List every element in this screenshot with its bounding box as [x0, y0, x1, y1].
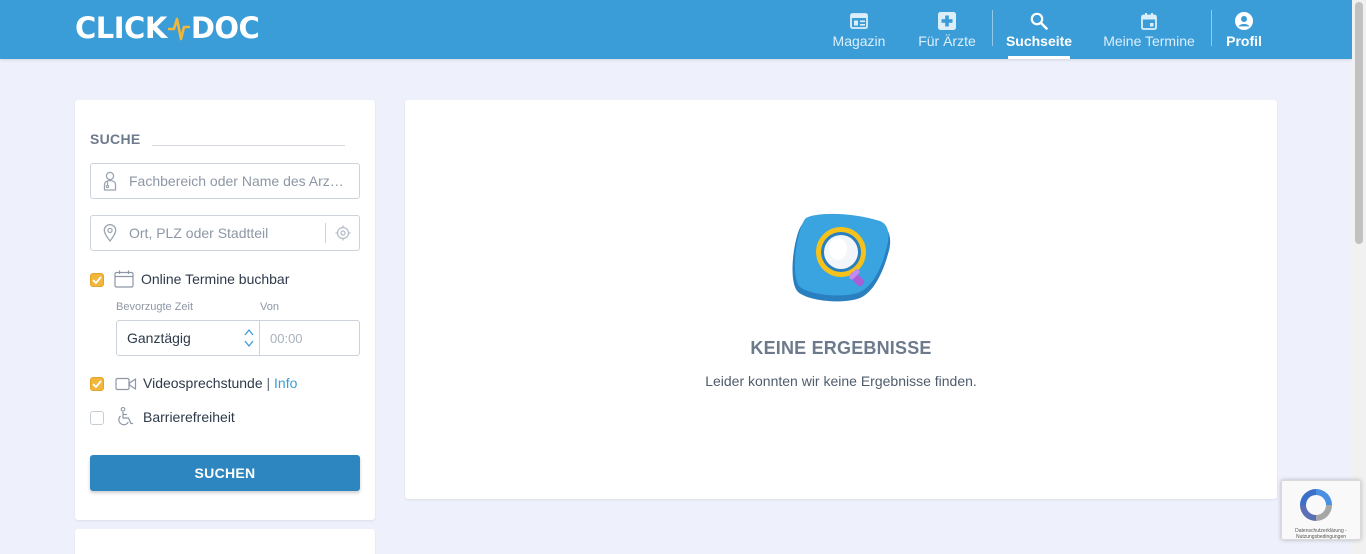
- recaptcha-terms[interactable]: Nutzungsbedingungen: [1284, 534, 1358, 540]
- nav-profil[interactable]: Profil: [1224, 0, 1264, 59]
- from-time-input[interactable]: 00:00: [259, 320, 360, 356]
- select-arrows-icon: [243, 326, 255, 353]
- crosshair-icon: [335, 225, 350, 241]
- accessibility-label: Barrierefreiheit: [143, 409, 235, 425]
- video-info-link[interactable]: Info: [274, 375, 297, 391]
- user-circle-icon: [1235, 11, 1253, 31]
- nav-label: Suchseite: [1005, 33, 1073, 49]
- preferred-time-select[interactable]: Ganztägig: [116, 320, 260, 356]
- nav-divider: [1211, 10, 1212, 46]
- video-camera-icon: [115, 377, 137, 391]
- search-icon: [1030, 11, 1048, 31]
- calendar-outline-icon: [114, 270, 134, 288]
- search-panel: SUCHE Online Termine buchbar Bevorzugte …: [75, 100, 375, 520]
- nav-magazin[interactable]: Magazin: [829, 0, 889, 59]
- calendar-icon: [1141, 11, 1157, 31]
- location-search-field[interactable]: [90, 215, 360, 251]
- online-booking-label: Online Termine buchbar: [141, 271, 290, 287]
- online-booking-checkbox[interactable]: [90, 273, 104, 287]
- nav-label: Für Ärzte: [918, 33, 976, 49]
- scrollbar-thumb[interactable]: [1355, 2, 1363, 244]
- newspaper-icon: [850, 11, 868, 31]
- section-divider: [152, 145, 345, 146]
- locate-me-button[interactable]: [325, 223, 359, 243]
- accessibility-checkbox[interactable]: [90, 411, 104, 425]
- specialty-search-field[interactable]: [90, 163, 360, 199]
- active-tab-indicator: [1008, 56, 1070, 59]
- specialty-input[interactable]: [129, 173, 349, 189]
- logo-text-right: DOC: [190, 11, 260, 45]
- search-submit-button[interactable]: SUCHEN: [90, 455, 360, 491]
- no-results-title: KEINE ERGEBNISSE: [750, 338, 932, 358]
- recaptcha-badge[interactable]: Datenschutzerklärung - Nutzungsbedingung…: [1281, 480, 1361, 540]
- checkmark-icon: [92, 380, 102, 388]
- video-consultation-row: Videosprechstunde | Info: [143, 375, 297, 391]
- nav-label: Magazin: [832, 33, 886, 49]
- from-time-label: Von: [260, 301, 279, 313]
- pulse-icon: [167, 17, 190, 41]
- doctor-icon: [91, 171, 129, 191]
- checkmark-icon: [92, 276, 102, 284]
- secondary-panel: [75, 529, 375, 554]
- recaptcha-logo-icon: [1300, 489, 1332, 521]
- search-section-title: SUCHE: [90, 131, 141, 147]
- nav-meine-termine[interactable]: Meine Termine: [1099, 0, 1199, 59]
- wheelchair-icon: [116, 407, 134, 427]
- medical-cross-icon: [938, 11, 956, 31]
- logo-text-left: CLICK: [75, 11, 167, 45]
- preferred-time-label: Bevorzugte Zeit: [116, 301, 194, 313]
- clickdoc-logo[interactable]: CLICK DOC: [75, 11, 260, 45]
- location-input[interactable]: [129, 225, 315, 241]
- results-panel: KEINE ERGEBNISSE Leider konnten wir kein…: [405, 100, 1277, 499]
- top-navigation-bar: CLICK DOC Magazin Für Ärzte Suchseite Me…: [0, 0, 1352, 59]
- nav-label: Profil: [1226, 33, 1262, 49]
- nav-fuer-aerzte[interactable]: Für Ärzte: [914, 0, 980, 59]
- nav-suchseite[interactable]: Suchseite: [1005, 0, 1073, 59]
- map-pin-icon: [91, 224, 129, 242]
- no-results-magnifier-icon: [790, 212, 894, 309]
- no-results-message: Leider konnten wir keine Ergebnisse find…: [705, 373, 977, 389]
- page-scrollbar[interactable]: [1352, 0, 1366, 554]
- from-time-placeholder: 00:00: [270, 330, 303, 346]
- info-separator: |: [266, 375, 271, 391]
- preferred-time-value: Ganztägig: [127, 330, 191, 346]
- recaptcha-links[interactable]: Datenschutzerklärung - Nutzungsbedingung…: [1284, 528, 1358, 540]
- video-consultation-checkbox[interactable]: [90, 377, 104, 391]
- nav-divider: [992, 10, 993, 46]
- nav-label: Meine Termine: [1103, 33, 1195, 49]
- video-consultation-label: Videosprechstunde: [143, 375, 263, 391]
